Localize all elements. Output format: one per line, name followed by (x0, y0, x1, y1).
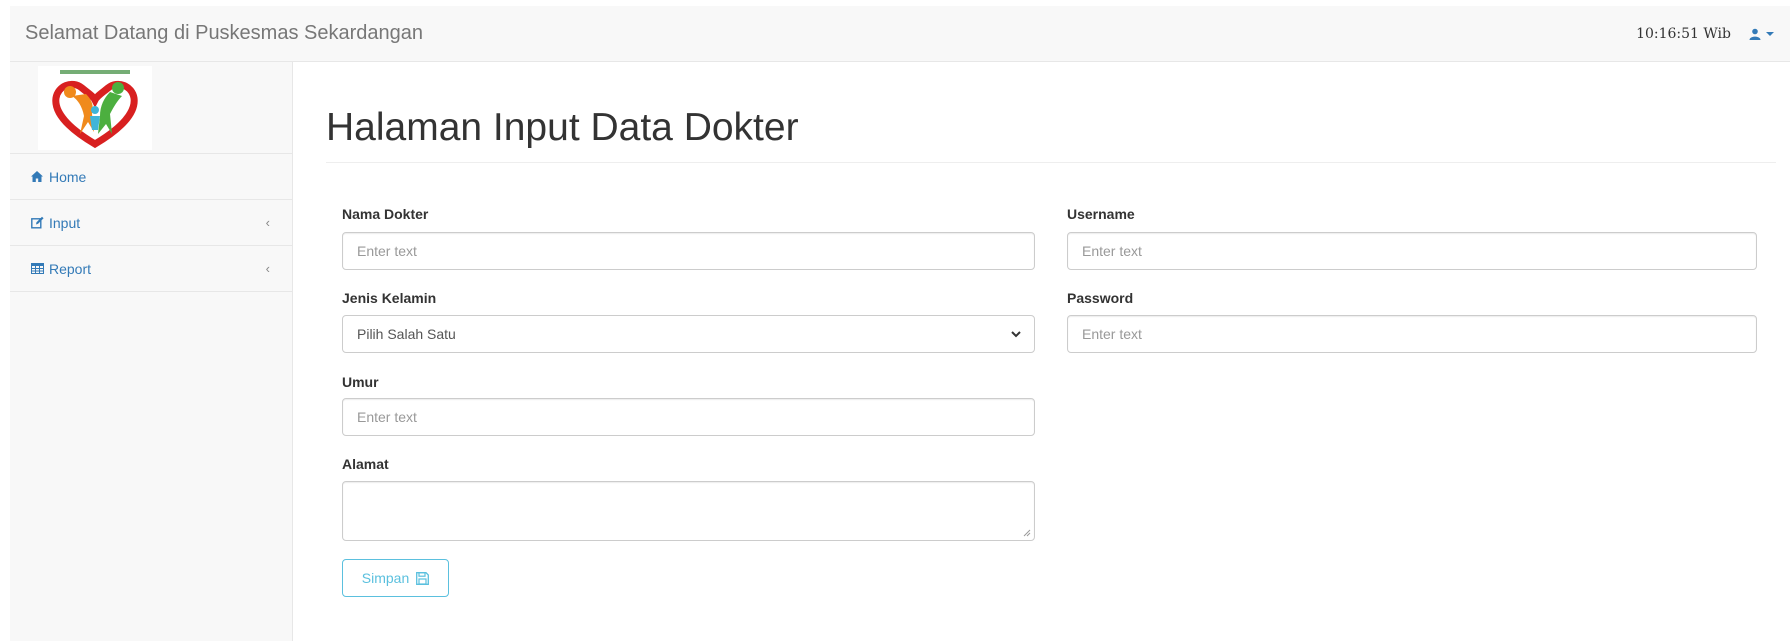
nama-dokter-label: Nama Dokter (342, 206, 429, 222)
chevron-down-icon (1766, 31, 1774, 36)
umur-label: Umur (342, 374, 379, 390)
password-input[interactable] (1067, 315, 1757, 353)
sidebar-item-label: Input (49, 214, 81, 231)
puskesmas-logo (38, 66, 152, 150)
chevron-left-icon: ‹ (265, 215, 270, 230)
username-label: Username (1067, 206, 1135, 222)
top-navbar: Selamat Datang di Puskesmas Sekardangan … (10, 6, 1790, 62)
jenis-kelamin-select[interactable]: Pilih Salah Satu (342, 315, 1035, 353)
page-title: Halaman Input Data Dokter (326, 106, 799, 149)
save-button-label: Simpan (361, 570, 410, 586)
username-input[interactable] (1067, 232, 1757, 270)
sidebar: Home Input ‹ Report ‹ (10, 62, 293, 641)
alamat-textarea[interactable] (342, 481, 1035, 541)
nama-dokter-input[interactable] (342, 232, 1035, 270)
user-menu-toggle[interactable] (1749, 28, 1774, 40)
password-label: Password (1067, 290, 1134, 306)
jenis-kelamin-label: Jenis Kelamin (342, 290, 437, 306)
chevron-down-icon (1011, 331, 1021, 338)
sidebar-item-label: Report (49, 260, 92, 277)
edit-icon (30, 216, 44, 230)
alamat-label: Alamat (342, 456, 389, 472)
floppy-disk-icon (416, 571, 430, 585)
title-divider (326, 162, 1776, 163)
sidebar-item-input[interactable]: Input ‹ (10, 200, 292, 246)
user-icon (1749, 28, 1761, 40)
umur-input[interactable] (342, 398, 1035, 436)
table-icon (30, 262, 44, 276)
sidebar-item-home[interactable]: Home (10, 154, 292, 200)
sidebar-item-report[interactable]: Report ‹ (10, 246, 292, 292)
sidebar-item-label: Home (49, 168, 87, 185)
chevron-left-icon: ‹ (265, 261, 270, 276)
resize-grip-icon[interactable] (1023, 529, 1031, 537)
navbar-brand[interactable]: Selamat Datang di Puskesmas Sekardangan (10, 22, 423, 45)
save-button[interactable]: Simpan (342, 559, 449, 597)
clock-display: 10:16:51 Wib (1636, 25, 1731, 42)
navbar-right: 10:16:51 Wib (1636, 26, 1790, 42)
home-icon (30, 170, 44, 184)
jenis-kelamin-selected: Pilih Salah Satu (357, 326, 456, 342)
sidebar-logo-area (10, 62, 292, 154)
